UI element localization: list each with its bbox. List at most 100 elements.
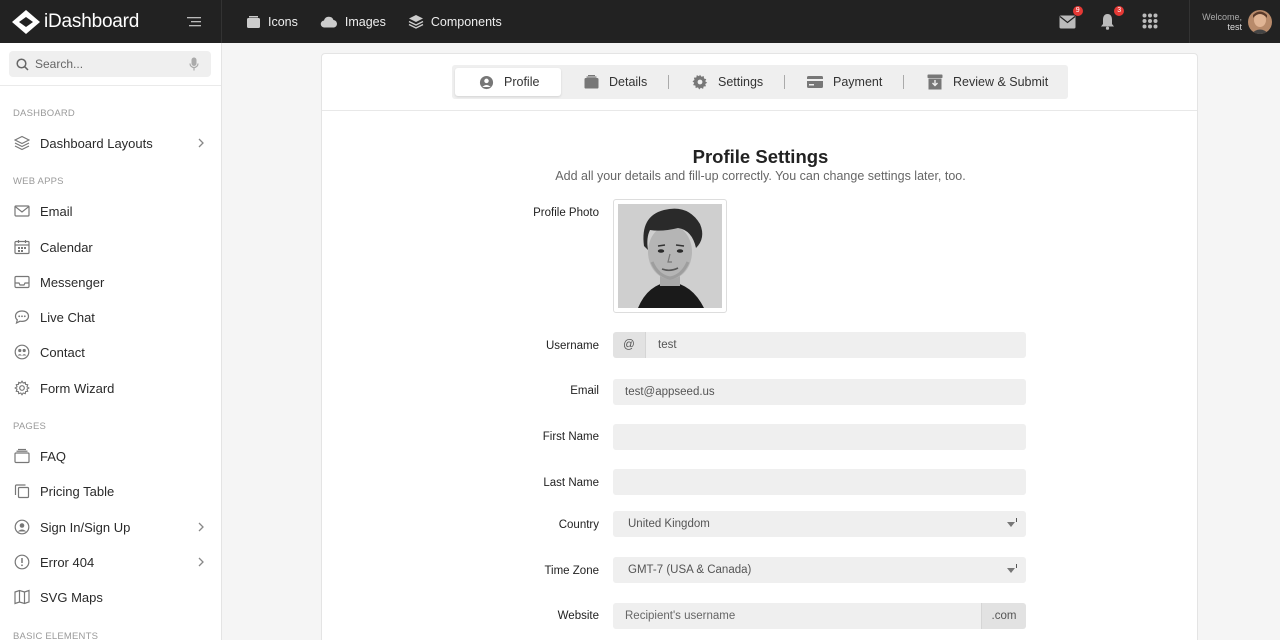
sidebar-item-faq[interactable]: FAQ [0,444,221,468]
sidebar-divider [0,85,221,86]
last-name-label: Last Name [543,477,599,489]
username-prefix: @ [613,332,646,358]
search-input[interactable] [35,57,175,71]
sidebar-item-label: Contact [40,344,85,360]
sidebar-item-label: Form Wizard [40,380,115,396]
timezone-select[interactable]: GMT-7 (USA & Canada) [613,557,1026,583]
sidebar-item-label: Email [40,203,73,219]
top-right-actions: 9 3 Welcome, test [1051,0,1280,43]
alert-circle-icon [14,554,30,570]
user-circle-icon [14,519,30,535]
bell-badge: 3 [1114,5,1125,16]
search-box [9,51,211,77]
first-name-label: First Name [542,431,599,443]
topnav-images-label: Images [344,14,386,29]
user-circle-icon [479,75,494,89]
brand-name[interactable]: iDashboard [44,11,139,33]
username-input[interactable] [646,332,1026,358]
chevron-right-icon [198,522,204,532]
apps-grid-button[interactable] [1142,13,1160,31]
top-nav: Icons Images Components [246,14,524,29]
sidebar-item-live-chat[interactable]: Live Chat [0,305,221,329]
sidebar-item-form-wizard[interactable]: Form Wizard [0,376,221,400]
website-input[interactable] [613,603,981,629]
search-icon [16,57,29,71]
card-divider [322,110,1197,111]
form-title: Profile Settings [692,146,829,167]
chevron-down-icon [1007,568,1015,573]
mail-notification-button[interactable]: 9 [1059,5,1083,31]
cloud-icon [320,16,337,28]
mail-badge: 9 [1072,5,1083,16]
map-icon [14,589,30,605]
topnav-components[interactable]: Components [408,14,502,29]
timezone-label: Time Zone [544,565,599,577]
bell-notification-button[interactable]: 3 [1100,5,1125,31]
sidebar-item-contact[interactable]: Contact [0,340,221,364]
folder-icon [14,448,30,464]
topnav-icons[interactable]: Icons [246,15,298,29]
archive-icon [927,74,943,90]
sidebar-item-label: Error 404 [40,554,95,570]
tab-separator [903,75,904,89]
brand: iDashboard [0,0,222,43]
gear-icon [692,74,708,90]
avatar[interactable] [1248,9,1272,34]
country-label: Country [558,519,599,531]
sidebar-item-label: Sign In/Sign Up [40,519,131,535]
chevron-down-icon [1007,522,1015,527]
tab-review-submit[interactable]: Review & Submit [927,68,1048,96]
email-input[interactable] [613,379,1026,405]
profile-photo-label: Profile Photo [533,207,599,219]
section-pages: PAGES [13,421,47,432]
welcome-label: Welcome, [1202,11,1242,22]
tab-profile[interactable]: Profile [455,68,561,96]
tab-separator [784,75,785,89]
sidebar-item-label: FAQ [40,448,67,464]
credit-card-icon [807,76,823,88]
sidebar-item-sign-in[interactable]: Sign In/Sign Up [0,515,221,539]
user-menu[interactable]: Welcome, test [1189,0,1280,43]
select-tick [1016,564,1017,568]
sidebar-item-label: SVG Maps [40,589,103,605]
avatar-image [1248,9,1272,34]
username-label: Username [545,340,599,352]
mail-icon [14,205,30,217]
section-dashboard: DASHBOARD [13,108,75,119]
bell-icon [1101,13,1115,30]
calendar-icon [14,240,30,255]
chevron-right-icon [198,138,204,148]
topnav-icons-label: Icons [268,14,298,29]
tab-details[interactable]: Details [584,68,647,96]
sidebar-item-label: Dashboard Layouts [40,135,153,151]
section-web-apps: WEB APPS [13,176,64,187]
sidebar-item-messenger[interactable]: Messenger [0,270,221,294]
sidebar-item-calendar[interactable]: Calendar [0,235,221,259]
welcome-text: Welcome, test [1202,12,1242,32]
sidebar-item-email[interactable]: Email [0,199,221,223]
tab-separator [668,75,669,89]
tab-settings[interactable]: Settings [692,68,763,96]
gear-icon [14,380,30,396]
chevron-right-icon [198,557,204,567]
sidebar-item-label: Calendar [40,239,93,255]
sidebar-item-error-404[interactable]: Error 404 [0,550,221,574]
first-name-input[interactable] [613,424,1026,450]
section-basic-elements: BASIC ELEMENTS [13,631,99,640]
tab-payment[interactable]: Payment [807,68,882,96]
last-name-input[interactable] [613,469,1026,495]
sidebar-toggle-icon[interactable] [187,16,201,28]
country-select[interactable]: United Kingdom [613,511,1026,537]
logo-icon[interactable] [10,8,42,36]
profile-photo-upload[interactable] [613,199,727,313]
layers-icon [14,135,30,151]
website-suffix: .com [981,603,1026,629]
sidebar-item-dashboard-layouts[interactable]: Dashboard Layouts [0,131,221,155]
inbox-icon [14,275,30,289]
sidebar-item-svg-maps[interactable]: SVG Maps [0,585,221,609]
tab-label: Details [609,75,648,89]
mail-icon [1059,15,1076,28]
sidebar-item-pricing-table[interactable]: Pricing Table [0,479,221,503]
microphone-icon[interactable] [189,57,199,71]
topnav-images[interactable]: Images [320,15,386,29]
